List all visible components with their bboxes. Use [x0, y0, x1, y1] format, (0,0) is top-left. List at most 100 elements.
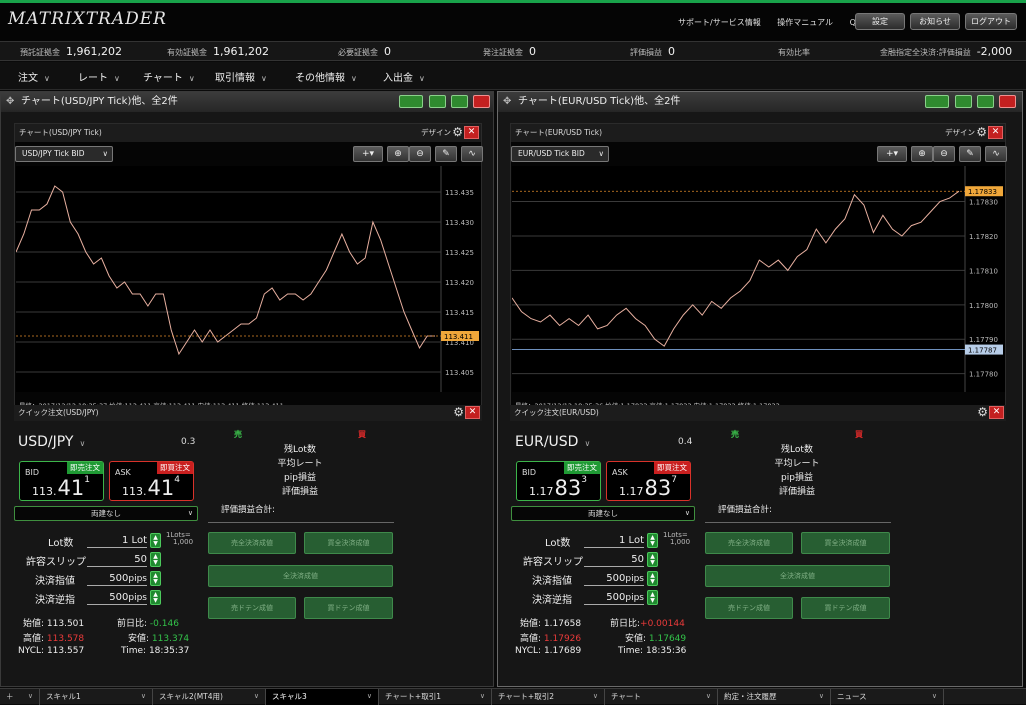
hedge-select[interactable]: 両建なし ∨ [511, 506, 695, 521]
tab-execution-history[interactable]: 約定・注文履歴 ∨ [718, 689, 831, 705]
tab-chart-trade1[interactable]: チャート+取引1 ∨ [379, 689, 492, 705]
menu-order[interactable]: 注文 ∨ [18, 69, 50, 84]
design-link[interactable]: デザイン [945, 124, 975, 142]
gear-icon[interactable]: ⚙ [453, 405, 464, 419]
maximize-button[interactable] [451, 95, 468, 108]
draw-icon[interactable]: ✎ [959, 146, 981, 162]
gear-icon[interactable]: ⚙ [452, 125, 463, 139]
move-icon[interactable]: ✥ [6, 92, 14, 112]
stop-stepper[interactable]: ▲ ▼ [647, 590, 658, 605]
limit-stepper[interactable]: ▲ ▼ [150, 571, 161, 586]
chevron-down-icon: ∨ [261, 74, 267, 83]
ask-price: 113.414 [122, 475, 180, 500]
chevron-down-icon: ∨ [419, 74, 425, 83]
menu-deposit-withdraw[interactable]: 入出金 ∨ [383, 69, 425, 84]
lot-stepper[interactable]: ▲ ▼ [150, 533, 161, 548]
indicator-icon[interactable]: ∿ [985, 146, 1007, 162]
manual-link[interactable]: 操作マニュアル [777, 18, 833, 27]
price-chart[interactable]: 1.17830 1.17820 1.17810 1.17800 1.17790 1.177… [512, 166, 1005, 392]
ask-button[interactable]: ASK 即買注文 113.414 [109, 461, 194, 501]
buy-doten-button[interactable]: 買ドテン成値 [304, 597, 393, 619]
sell-doten-button[interactable]: 売ドテン成値 [705, 597, 793, 619]
symbol-select[interactable]: USD/JPY Tick BID ∨ [15, 146, 113, 162]
slip-stepper[interactable]: ▲ ▼ [150, 552, 161, 567]
draw-icon[interactable]: ✎ [435, 146, 457, 162]
crosshair-tool[interactable]: +▾ [353, 146, 383, 162]
menu-trade-info[interactable]: 取引情報 ∨ [215, 69, 267, 84]
layout-select-button[interactable] [925, 95, 949, 108]
limit-input[interactable]: 500pips [584, 572, 644, 586]
currency-pair-select[interactable]: EUR/USD ∨ [515, 434, 590, 450]
minimize-button[interactable] [955, 95, 972, 108]
panel-title-bar[interactable]: ✥ チャート(EUR/USD Tick)他、全2件 [498, 92, 1022, 112]
sell-doten-button[interactable]: 売ドテン成値 [208, 597, 296, 619]
price-chart[interactable]: 113.435 113.430 113.425 113.420 113.415 113.4… [16, 166, 481, 392]
tab-chart-trade2[interactable]: チャート+取引2 ∨ [492, 689, 605, 705]
hedge-select[interactable]: 両建なし ∨ [14, 506, 198, 521]
zoom-out-icon[interactable]: ⊖ [409, 146, 431, 162]
all-settle-button[interactable]: 全決済成値 [208, 565, 393, 587]
tab-chart[interactable]: チャート ∨ [605, 689, 718, 705]
bid-button[interactable]: BID 即売注文 113.411 [19, 461, 104, 501]
chevron-down-icon: ∨ [114, 74, 120, 83]
stat-valuation-pl: 評価損益 [778, 487, 815, 497]
lot-stepper[interactable]: ▲ ▼ [647, 533, 658, 548]
stop-input[interactable]: 500pips [584, 591, 644, 605]
y-tick-label: 1.17800 [969, 302, 998, 310]
slip-stepper[interactable]: ▲ ▼ [647, 552, 658, 567]
move-icon[interactable]: ✥ [503, 92, 511, 112]
buy-doten-button[interactable]: 買ドテン成値 [801, 597, 890, 619]
tab-scalp1[interactable]: スキャル1 ∨ [40, 689, 153, 705]
settings-button[interactable]: 設定 [855, 13, 905, 30]
zoom-out-icon[interactable]: ⊖ [933, 146, 955, 162]
indicator-icon[interactable]: ∿ [461, 146, 483, 162]
zoom-in-icon[interactable]: ⊕ [911, 146, 933, 162]
gear-icon[interactable]: ⚙ [976, 125, 987, 139]
support-link[interactable]: サポート/サービス情報 [678, 18, 761, 27]
stop-stepper[interactable]: ▲ ▼ [150, 590, 161, 605]
layout-select-button[interactable] [399, 95, 423, 108]
add-tab-button[interactable]: ＋ ∨ [0, 689, 40, 705]
sell-settle-button[interactable]: 売全決済成値 [208, 532, 296, 554]
low-price: 安値: 1.17649 [625, 634, 687, 644]
gear-icon[interactable]: ⚙ [977, 405, 988, 419]
menu-other-info[interactable]: その他情報 ∨ [295, 69, 357, 84]
tab-scalp3[interactable]: スキャル3 ∨ [266, 689, 379, 705]
lot-input[interactable]: 1 Lot [87, 534, 147, 548]
close-button[interactable] [999, 95, 1016, 108]
slip-input[interactable]: 50 [584, 553, 644, 567]
crosshair-tool[interactable]: +▾ [877, 146, 907, 162]
y-tick-label: 113.425 [445, 249, 474, 257]
sell-order-tag: 即売注文 [67, 462, 103, 474]
notice-button[interactable]: お知らせ [910, 13, 960, 30]
zoom-in-icon[interactable]: ⊕ [387, 146, 409, 162]
limit-stepper[interactable]: ▲ ▼ [647, 571, 658, 586]
close-icon[interactable]: ✕ [988, 126, 1003, 139]
minimize-button[interactable] [429, 95, 446, 108]
design-link[interactable]: デザイン [421, 124, 451, 142]
menu-rate[interactable]: レート ∨ [78, 69, 120, 84]
maximize-button[interactable] [977, 95, 994, 108]
tab-scalp2[interactable]: スキャル2(MT4用) ∨ [153, 689, 266, 705]
close-icon[interactable]: ✕ [989, 406, 1004, 419]
bid-button[interactable]: BID 即売注文 1.17833 [516, 461, 601, 501]
sell-settle-button[interactable]: 売全決済成値 [705, 532, 793, 554]
buy-settle-button[interactable]: 買全決済成値 [801, 532, 890, 554]
lot-input[interactable]: 1 Lot [584, 534, 644, 548]
all-settle-button[interactable]: 全決済成値 [705, 565, 890, 587]
stop-input[interactable]: 500pips [87, 591, 147, 605]
slip-input[interactable]: 50 [87, 553, 147, 567]
ask-button[interactable]: ASK 即買注文 1.17837 [606, 461, 691, 501]
panel-title-bar[interactable]: ✥ チャート(USD/JPY Tick)他、全2件 [1, 92, 493, 112]
close-icon[interactable]: ✕ [465, 406, 480, 419]
tab-news[interactable]: ニュース ∨ [831, 689, 944, 705]
close-icon[interactable]: ✕ [464, 126, 479, 139]
menu-chart[interactable]: チャート ∨ [143, 69, 195, 84]
close-button[interactable] [473, 95, 490, 108]
logout-button[interactable]: ログアウト [965, 13, 1017, 30]
currency-pair-select[interactable]: USD/JPY ∨ [18, 434, 85, 450]
account-summary-bar: 預託証拠金 1,961,202 有効証拠金 1,961,202 必要証拠金 0 発注証… [0, 41, 1026, 61]
symbol-select[interactable]: EUR/USD Tick BID ∨ [511, 146, 609, 162]
limit-input[interactable]: 500pips [87, 572, 147, 586]
buy-settle-button[interactable]: 買全決済成値 [304, 532, 393, 554]
